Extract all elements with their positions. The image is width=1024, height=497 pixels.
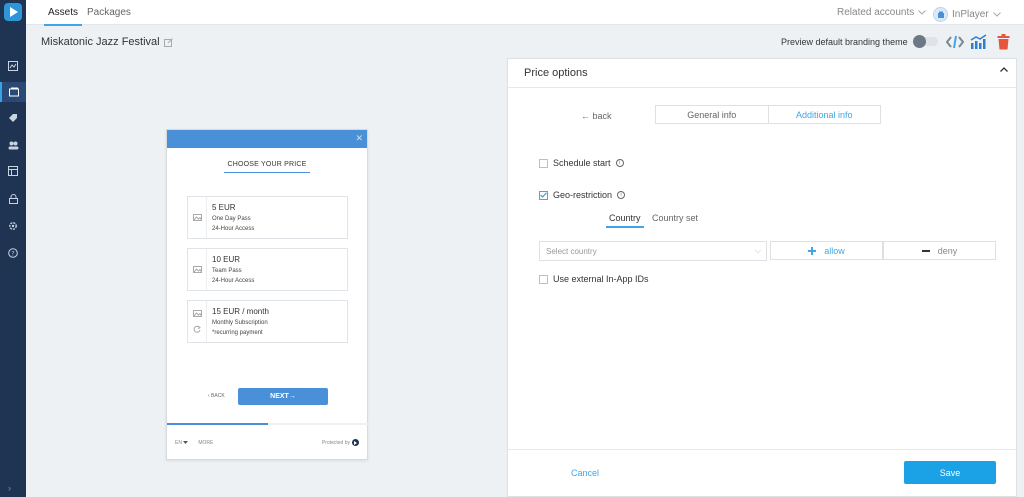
panel-footer: Cancel Save bbox=[508, 449, 1016, 497]
delete-trash-icon[interactable] bbox=[994, 33, 1012, 51]
asset-title-text: Miskatonic Jazz Festival bbox=[41, 36, 160, 48]
chevron-down-icon bbox=[992, 12, 1001, 17]
geo-restriction-checkbox[interactable] bbox=[539, 190, 548, 200]
more-link[interactable]: MORE bbox=[198, 440, 213, 446]
user-name: InPlayer bbox=[952, 9, 989, 20]
left-nav-rail: ? › bbox=[0, 0, 26, 497]
panel-header: Price options bbox=[508, 59, 1016, 88]
paywall-preview-card: ✕ CHOOSE YOUR PRICE 5 EUR One Day Pass 2… bbox=[166, 129, 369, 460]
image-icon bbox=[192, 310, 202, 317]
toggle-knob bbox=[913, 35, 926, 48]
tag-icon[interactable] bbox=[0, 108, 26, 128]
external-ids-label: Use external In-App IDs bbox=[553, 274, 649, 284]
close-icon[interactable]: ✕ bbox=[355, 133, 363, 144]
preview-branding-label: Preview default branding theme bbox=[781, 37, 908, 47]
tab-general-info[interactable]: General info bbox=[656, 106, 768, 123]
tab-assets[interactable]: Assets bbox=[43, 7, 83, 26]
help-icon[interactable]: ? bbox=[0, 243, 26, 263]
protected-by: Protected by bbox=[322, 439, 359, 446]
collapse-chevron-up-icon[interactable] bbox=[1000, 67, 1008, 72]
tab-packages[interactable]: Packages bbox=[87, 7, 131, 18]
price-name: Team Pass bbox=[212, 268, 242, 274]
report-icon[interactable] bbox=[0, 161, 26, 181]
price-name: Monthly Subscription bbox=[212, 320, 268, 326]
price-amount: 5 EUR bbox=[212, 203, 236, 212]
info-segmented-tabs: General info Additional info bbox=[655, 105, 881, 124]
price-access: 24-Hour Access bbox=[212, 226, 255, 232]
country-select[interactable]: Select country ⌵ bbox=[539, 241, 767, 261]
user-menu[interactable]: InPlayer bbox=[933, 7, 1001, 22]
deny-button[interactable]: deny bbox=[883, 241, 996, 260]
country-select-placeholder: Select country bbox=[546, 246, 597, 256]
geo-restriction-label: Geo-restriction bbox=[553, 190, 613, 200]
language-select[interactable]: EN bbox=[175, 440, 189, 446]
top-bar: Assets Packages Related accounts InPlaye… bbox=[26, 0, 1024, 26]
embed-code-icon[interactable] bbox=[946, 33, 964, 51]
inplayer-logo-icon[interactable] bbox=[4, 3, 22, 21]
checkmark-icon bbox=[540, 192, 547, 198]
back-link[interactable]: ← back bbox=[581, 111, 612, 121]
schedule-start-label: Schedule start bbox=[553, 158, 611, 168]
preview-footer: EN MORE Protected by bbox=[175, 439, 359, 446]
plus-icon bbox=[808, 246, 817, 255]
svg-text:?: ? bbox=[11, 250, 14, 257]
info-icon[interactable]: i bbox=[615, 159, 624, 167]
panel-title: Price options bbox=[524, 67, 588, 79]
dashboard-icon[interactable] bbox=[0, 56, 26, 76]
preview-branding-toggle[interactable] bbox=[913, 35, 938, 48]
save-button[interactable]: Save bbox=[904, 461, 996, 484]
asset-title: Miskatonic Jazz Festival bbox=[41, 36, 173, 48]
price-access: *recurring payment bbox=[212, 330, 263, 336]
recurring-refresh-icon bbox=[193, 325, 201, 333]
allow-label: allow bbox=[824, 245, 845, 256]
tab-country-set[interactable]: Country set bbox=[652, 213, 698, 223]
info-icon[interactable]: i bbox=[617, 191, 626, 199]
inplayer-badge-icon bbox=[352, 439, 359, 446]
cancel-button[interactable]: Cancel bbox=[571, 468, 599, 478]
related-accounts-label: Related accounts bbox=[837, 7, 915, 18]
users-icon[interactable] bbox=[0, 135, 26, 155]
deny-label: deny bbox=[937, 245, 958, 256]
avatar bbox=[933, 7, 948, 22]
edit-icon[interactable] bbox=[163, 37, 173, 47]
progress-fill bbox=[167, 423, 268, 425]
price-option-3[interactable]: 15 EUR / month Monthly Subscription *rec… bbox=[187, 300, 348, 343]
schedule-start-checkbox[interactable] bbox=[539, 158, 548, 168]
related-accounts-dropdown[interactable]: Related accounts bbox=[837, 7, 927, 18]
chevron-down-icon bbox=[918, 10, 927, 15]
tab-country[interactable]: Country bbox=[606, 213, 643, 228]
price-option-1[interactable]: 5 EUR One Day Pass 24-Hour Access bbox=[187, 196, 348, 239]
price-thumb bbox=[188, 301, 207, 342]
geo-restriction-row: Geo-restriction i bbox=[539, 190, 626, 200]
analytics-icon[interactable] bbox=[970, 33, 988, 51]
price-name: One Day Pass bbox=[212, 216, 251, 222]
external-ids-row: Use external In-App IDs bbox=[539, 274, 649, 284]
lock-icon[interactable] bbox=[0, 189, 26, 209]
price-options-panel: Price options ← back General info Additi… bbox=[507, 58, 1017, 497]
price-option-2[interactable]: 10 EUR Team Pass 24-Hour Access bbox=[187, 248, 348, 291]
image-icon bbox=[192, 266, 202, 273]
chevron-down-icon: ⌵ bbox=[754, 246, 761, 255]
chevron-down-icon bbox=[183, 440, 189, 444]
external-ids-checkbox[interactable] bbox=[539, 274, 548, 284]
preview-header-bar: ✕ bbox=[167, 130, 367, 148]
minus-icon bbox=[921, 249, 930, 252]
preview-next-button[interactable]: NEXT→ bbox=[238, 388, 328, 405]
expand-rail-chevron-icon[interactable]: › bbox=[8, 483, 11, 493]
price-access: 24-Hour Access bbox=[212, 278, 255, 284]
price-amount: 10 EUR bbox=[212, 255, 241, 264]
choose-price-heading: CHOOSE YOUR PRICE bbox=[167, 161, 367, 173]
schedule-start-row: Schedule start i bbox=[539, 158, 624, 168]
price-thumb bbox=[188, 197, 207, 238]
price-amount: 15 EUR / month bbox=[212, 307, 269, 316]
assets-icon[interactable] bbox=[0, 82, 26, 102]
price-thumb bbox=[188, 249, 207, 290]
preview-back-button[interactable]: ‹ BACK bbox=[208, 393, 225, 399]
image-icon bbox=[192, 214, 202, 221]
preview-progress-bar bbox=[167, 423, 369, 425]
settings-icon[interactable] bbox=[0, 216, 26, 236]
allow-button[interactable]: allow bbox=[770, 241, 883, 260]
protected-by-label: Protected by bbox=[321, 439, 350, 446]
tab-additional-info[interactable]: Additional info bbox=[767, 106, 881, 123]
